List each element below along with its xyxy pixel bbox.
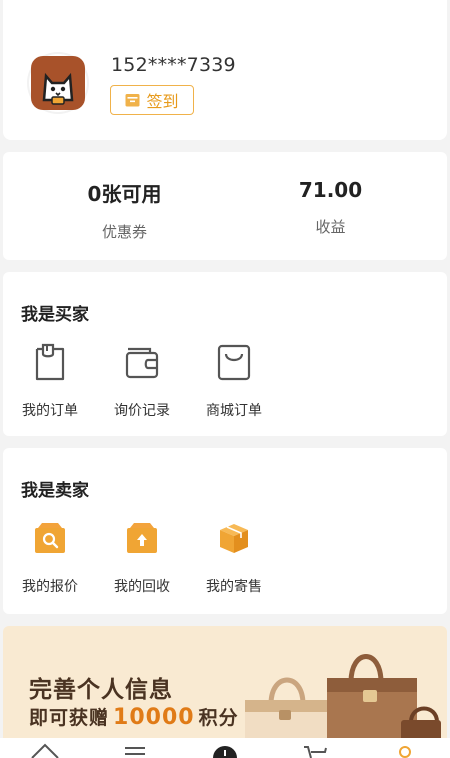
my-consign-label: 我的寄售	[206, 579, 262, 595]
list-icon[interactable]	[115, 738, 155, 758]
calendar-icon	[125, 94, 140, 107]
mall-orders-label: 商城订单	[206, 403, 262, 419]
inquiry-records-item[interactable]: 询价记录	[96, 342, 188, 420]
earnings-label: 收益	[315, 218, 346, 236]
cart-icon[interactable]	[295, 738, 335, 758]
checkin-label: 签到	[146, 92, 179, 111]
my-consign-item[interactable]: 我的寄售	[188, 518, 280, 596]
home-icon[interactable]	[25, 738, 65, 758]
bottom-tab-bar	[0, 738, 450, 758]
center-icon[interactable]	[205, 738, 245, 758]
quote-box-icon	[30, 518, 70, 558]
coupon-stat[interactable]: 0张可用 优惠券	[12, 178, 237, 242]
cat-avatar-icon	[31, 56, 85, 110]
seller-section: 我是卖家 我的报价 我的回收 我的寄售	[3, 448, 447, 614]
wallet-icon	[122, 342, 162, 382]
seller-title: 我是卖家	[21, 481, 89, 501]
buyer-section: 我是买家 我的订单 询价记录 商城订单	[3, 272, 447, 436]
stats-card: 0张可用 优惠券 71.00 收益	[3, 152, 447, 260]
my-orders-label: 我的订单	[22, 403, 78, 419]
checkin-button[interactable]: 签到	[110, 85, 194, 115]
phone-number: 152****7339	[111, 54, 236, 76]
my-recycle-label: 我的回收	[114, 579, 170, 595]
shopping-bag-icon	[214, 342, 254, 382]
profile-promo-banner[interactable]: 完善个人信息 即可获赠 10000 积分	[3, 626, 447, 738]
profile-card: 152****7339 签到	[3, 0, 447, 140]
earnings-value: 71.00	[298, 178, 363, 202]
my-orders-item[interactable]: 我的订单	[4, 342, 96, 420]
banner-points: 10000	[113, 705, 195, 730]
my-quotes-label: 我的报价	[22, 579, 78, 595]
recycle-box-icon	[122, 518, 162, 558]
my-quotes-item[interactable]: 我的报价	[4, 518, 96, 596]
my-recycle-item[interactable]: 我的回收	[96, 518, 188, 596]
coupon-label: 优惠券	[101, 223, 147, 241]
buyer-title: 我是买家	[21, 305, 89, 325]
clipboard-icon	[30, 342, 70, 382]
banner-subline: 即可获赠 10000 积分	[29, 705, 239, 730]
inquiry-records-label: 询价记录	[114, 403, 170, 419]
earnings-stat[interactable]: 71.00 收益	[218, 178, 443, 237]
consign-box-icon	[214, 518, 254, 558]
profile-icon[interactable]	[385, 738, 425, 758]
avatar[interactable]	[27, 52, 89, 114]
mall-orders-item[interactable]: 商城订单	[188, 342, 280, 420]
handbags-illustration	[245, 654, 441, 738]
coupon-count: 0张可用	[87, 182, 162, 206]
banner-headline: 完善个人信息	[29, 677, 173, 703]
